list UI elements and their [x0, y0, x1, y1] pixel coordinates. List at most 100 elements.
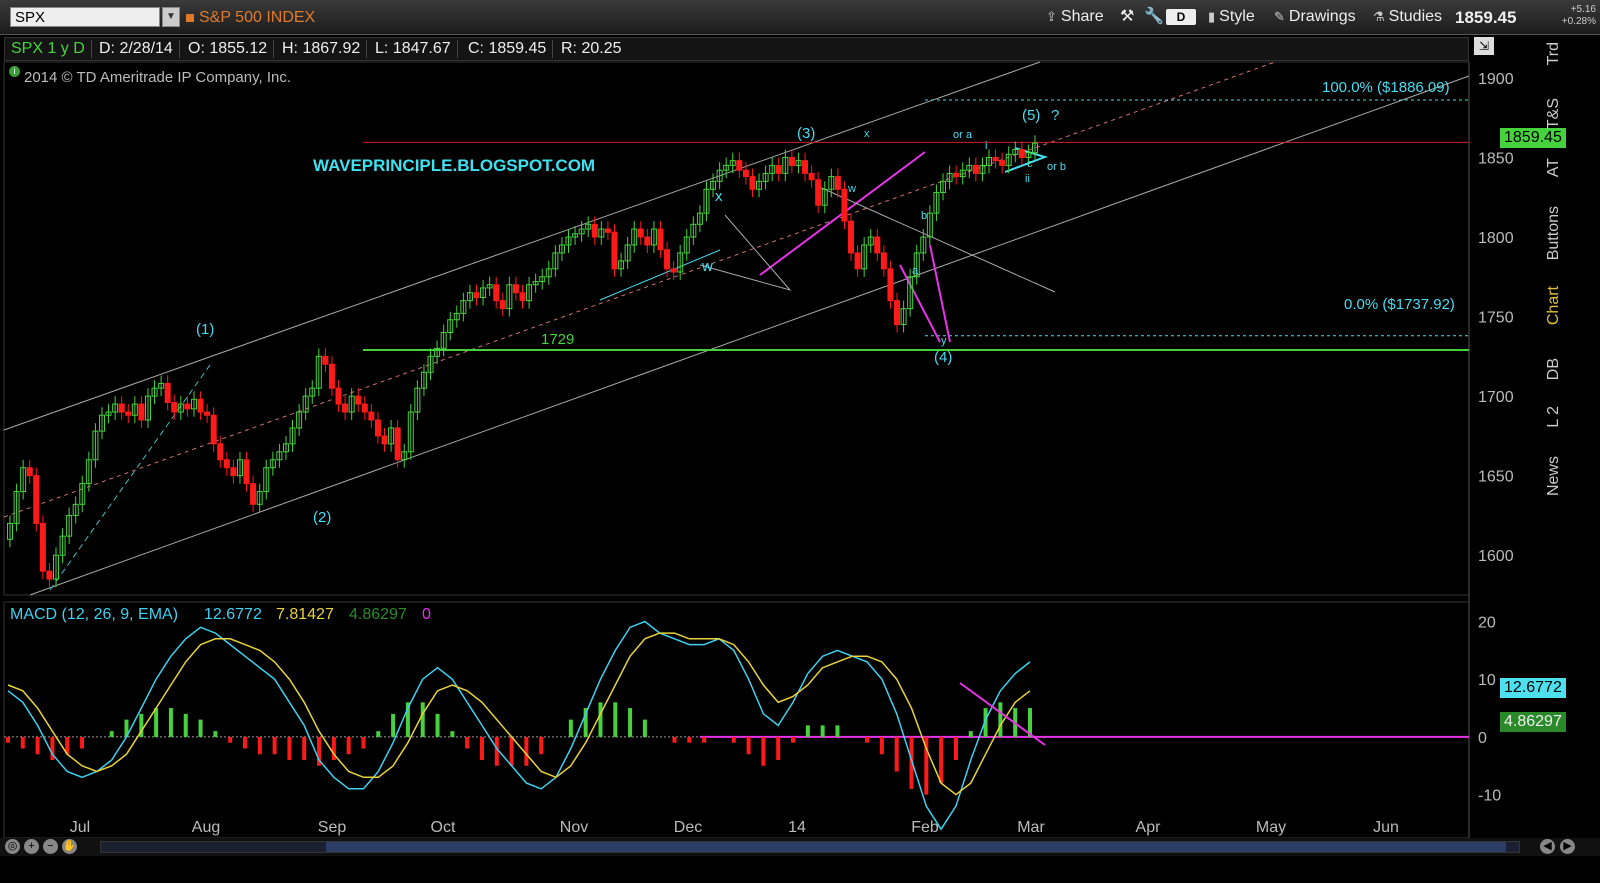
b-label: b	[921, 210, 928, 222]
candle-body	[197, 398, 204, 413]
candle-body	[644, 236, 651, 246]
macd-histogram-bar	[642, 719, 647, 737]
fib-100-label: 100.0% ($1886.09)	[1322, 79, 1450, 96]
candle-body	[749, 176, 756, 190]
candle-body	[788, 156, 795, 166]
candle-body	[322, 355, 329, 365]
candle-body	[637, 228, 644, 238]
zoom-in-icon[interactable]: +	[24, 839, 39, 854]
a-label: a	[912, 265, 919, 277]
info-icon[interactable]: i	[9, 66, 20, 77]
tab-trd[interactable]: Trd	[1545, 42, 1571, 65]
macd-tick-label: -10	[1478, 788, 1501, 805]
macd-histogram-bar	[968, 731, 973, 737]
macd-histogram-bar	[272, 736, 277, 755]
macd-histogram-bar	[183, 713, 188, 737]
macd-histogram-bar	[761, 736, 766, 766]
tab-l2[interactable]: L 2	[1545, 406, 1571, 428]
candle-body	[368, 411, 375, 421]
candle-body	[657, 228, 664, 251]
candle-body	[204, 411, 211, 416]
macd-histogram-bar	[687, 736, 692, 743]
candle-body	[217, 443, 224, 461]
tab-buttons[interactable]: Buttons	[1545, 206, 1571, 260]
macd-histogram-bar	[465, 736, 470, 749]
candle-body	[171, 401, 178, 413]
candle-body	[972, 164, 979, 174]
x-tick-label: Jun	[1373, 819, 1399, 836]
c-label: c	[1027, 158, 1033, 170]
macd-histogram-bar	[242, 736, 247, 749]
candle-body	[26, 467, 33, 477]
candle-body	[841, 188, 848, 222]
tab-at[interactable]: AT	[1545, 158, 1571, 177]
candle-body	[880, 252, 887, 270]
candle-body	[591, 223, 598, 238]
scroll-right-icon[interactable]: ▶	[1560, 839, 1575, 854]
candle-body	[953, 172, 960, 178]
macd-histogram-bar	[109, 731, 114, 737]
macd-histogram-bar	[879, 736, 884, 755]
candle-body	[493, 284, 500, 302]
macd-histogram-bar	[35, 736, 40, 755]
or-b-label: or b	[1047, 161, 1066, 173]
macd-histogram-bar	[702, 736, 707, 743]
macd-histogram-bar	[776, 736, 781, 760]
candle-body	[184, 403, 191, 410]
tab-chart[interactable]: Chart	[1545, 286, 1571, 325]
macd-study-name[interactable]: MACD (12, 26, 9, EMA)	[10, 606, 178, 624]
candle-body	[874, 236, 881, 254]
candle-body	[894, 300, 901, 326]
macd-histogram-bar	[672, 736, 677, 743]
channel-lower-line	[29, 75, 1470, 596]
candle-body	[834, 176, 841, 190]
macd-histogram-bar	[450, 731, 455, 737]
zoom-out-icon[interactable]: −	[43, 839, 58, 854]
tab-news[interactable]: News	[1545, 456, 1571, 496]
candle-body	[164, 382, 171, 403]
price-tick-label: 1800	[1478, 230, 1514, 247]
or-a-label: or a	[953, 129, 972, 141]
macd-histogram-bar	[302, 736, 307, 760]
tab-ts[interactable]: T&S	[1545, 98, 1571, 129]
channel-mid-line	[3, 61, 1276, 518]
x-tick-label: Aug	[192, 819, 220, 836]
hand-icon[interactable]: ✋	[62, 839, 77, 854]
signal-value: 7.81427	[276, 606, 334, 623]
candle-body	[361, 403, 368, 413]
price-tick-label: 1600	[1478, 548, 1514, 565]
candle-body	[374, 419, 381, 437]
tab-db[interactable]: DB	[1545, 358, 1571, 380]
ii-label: ii	[1025, 173, 1030, 185]
candle-body	[328, 363, 335, 389]
x-tick-label: 14	[788, 819, 806, 836]
macd-histogram-bar	[6, 736, 10, 743]
macd-line	[7, 620, 1031, 831]
zoom-reset-icon[interactable]: ◎	[5, 839, 20, 854]
macd-histogram-bar	[939, 736, 944, 784]
wave-4-label: (4)	[934, 349, 953, 366]
candle-body	[33, 475, 40, 524]
macd-tick-label: 20	[1478, 615, 1496, 632]
scroll-left-icon[interactable]: ◀	[1540, 839, 1555, 854]
candle-body	[670, 268, 677, 273]
x-tick-label: Sep	[318, 819, 347, 836]
candle-body	[46, 570, 53, 580]
macd-histogram-bar	[613, 702, 618, 737]
macd-histogram-bar	[791, 736, 796, 743]
macd-histogram-bar	[805, 725, 810, 737]
question-label: ?	[1051, 107, 1060, 124]
macd-histogram-bar	[998, 702, 1003, 737]
x-tick-label: May	[1256, 819, 1286, 836]
candle-body	[125, 411, 132, 416]
price-tick-label: 1850	[1478, 150, 1514, 167]
x-tick-label: Dec	[674, 819, 702, 836]
time-scrollbar-thumb[interactable]	[326, 842, 1506, 852]
macd-histogram-bar	[479, 736, 484, 760]
macd-histogram-bar	[509, 736, 514, 766]
right-side-tabs: Trd T&S AT Buttons Chart DB L 2 News	[1545, 36, 1571, 836]
w-label-1: w	[702, 258, 713, 275]
macd-histogram-bar	[731, 736, 736, 743]
candle-body	[473, 292, 480, 298]
candle-body	[335, 387, 342, 405]
